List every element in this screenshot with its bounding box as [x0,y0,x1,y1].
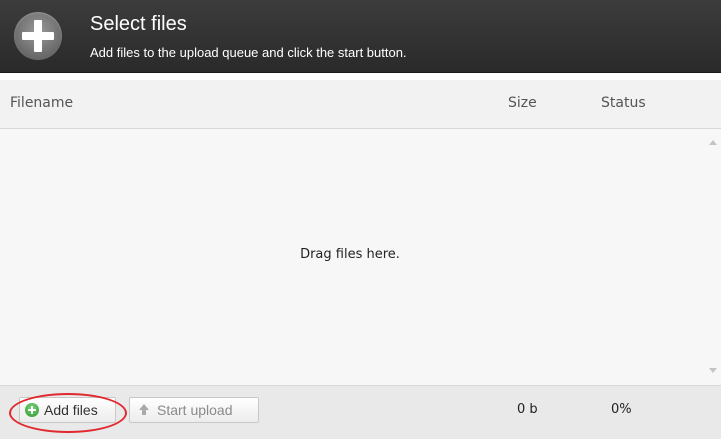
plus-icon-horizontal-bar [22,32,54,40]
total-size: 0 b [517,402,538,417]
column-size: Size [508,95,537,111]
upload-arrow-icon [139,404,149,416]
add-files-button[interactable]: Add files [19,397,116,423]
column-status: Status [601,95,646,111]
column-filename: Filename [10,95,74,111]
upload-widget: Select files Add files to the upload que… [0,0,721,439]
start-upload-button[interactable]: Start upload [129,397,259,423]
scroll-down-arrow-icon[interactable] [709,368,717,373]
upload-header: Select files Add files to the upload que… [0,0,721,73]
file-table-header: Filename Size Status [0,80,721,129]
add-files-label: Add files [44,402,98,418]
add-circle-icon [25,403,39,417]
start-upload-label: Start upload [157,402,233,418]
page-subtitle: Add files to the upload queue and click … [90,45,407,60]
page-title: Select files [90,13,187,35]
upload-footer: Add files Start upload 0 b 0% [0,385,721,439]
scroll-up-arrow-icon[interactable] [709,140,717,145]
drop-hint: Drag files here. [300,247,400,262]
total-percent: 0% [611,402,632,417]
upload-arrow-stem [142,410,146,415]
plus-icon [14,12,62,60]
file-drop-zone[interactable]: Drag files here. [0,129,721,385]
